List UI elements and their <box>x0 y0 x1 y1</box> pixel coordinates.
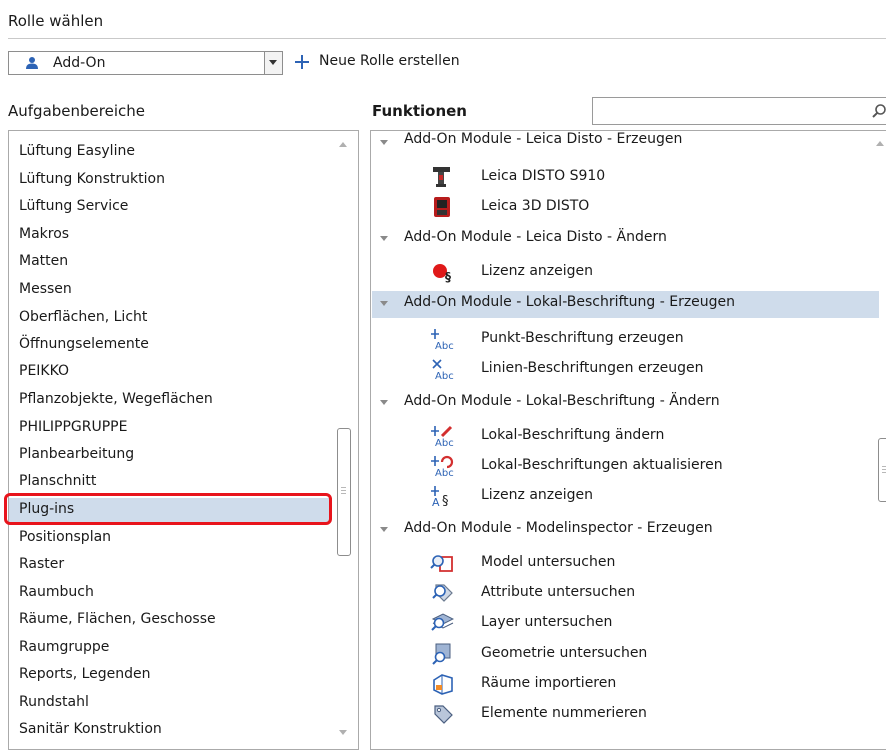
list-item[interactable]: Messen <box>19 276 72 303</box>
role-dropdown[interactable]: Add-On <box>8 51 283 75</box>
tree-item-label: Lokal-Beschriftungen aktualisieren <box>481 457 723 473</box>
svg-text:Abc: Abc <box>435 438 454 448</box>
chevron-down-icon <box>380 236 388 241</box>
tree-item-label: Punkt-Beschriftung erzeugen <box>481 330 684 346</box>
svg-text:Abc: Abc <box>435 341 454 351</box>
tree-scroll-up-icon[interactable] <box>876 141 884 146</box>
svg-text:Abc: Abc <box>435 371 454 381</box>
list-item[interactable]: PHILIPPGRUPPE <box>19 414 127 441</box>
list-item[interactable]: Oberflächen, Licht <box>19 304 147 331</box>
numbering-icon <box>434 705 453 724</box>
tasks-title: Aufgabenbereiche <box>8 102 145 120</box>
header-divider <box>8 38 886 39</box>
svg-text:Abc: Abc <box>435 468 454 478</box>
tasks-scrollbar-thumb[interactable] <box>337 428 351 556</box>
line-label-icon: Abc <box>432 359 454 381</box>
tree-item-label: Lizenz anzeigen <box>481 263 593 279</box>
tree-item-label: Elemente nummerieren <box>481 705 647 721</box>
chevron-down-icon <box>380 301 388 306</box>
list-item[interactable]: Matten <box>19 248 68 275</box>
list-item[interactable]: Raster <box>19 551 64 578</box>
tree-item-label: Leica 3D DISTO <box>481 198 590 214</box>
list-item[interactable]: Lüftung Konstruktion <box>19 166 165 193</box>
model-inspect-icon <box>430 555 453 572</box>
list-item[interactable]: Raumbuch <box>19 579 94 606</box>
scroll-up-icon[interactable] <box>339 142 347 147</box>
list-item[interactable]: Öffnungselemente <box>19 331 149 358</box>
tree-group-label: Add-On Module - Lokal-Beschriftung - Erz… <box>404 294 736 310</box>
geometry-inspect-icon <box>432 643 451 665</box>
plus-icon <box>295 55 309 69</box>
page-title: Rolle wählen <box>8 12 104 30</box>
tree-group-label: Add-On Module - Leica Disto - Ändern <box>404 229 667 245</box>
search-icon <box>872 104 886 118</box>
license-label-icon: A § <box>431 486 449 508</box>
point-label-icon: Abc <box>431 329 454 351</box>
chevron-down-icon <box>380 527 388 532</box>
role-dropdown-button[interactable] <box>264 52 282 74</box>
tree-item-label: Geometrie untersuchen <box>481 645 648 661</box>
tree-item-label: Layer untersuchen <box>481 614 613 630</box>
new-role-label: Neue Rolle erstellen <box>319 53 460 69</box>
tree-group[interactable]: Add-On Module - Leica Disto - Erzeugen <box>372 130 872 156</box>
list-item[interactable]: Planschnitt <box>19 468 96 495</box>
tree-group-selected[interactable]: Add-On Module - Lokal-Beschriftung - Erz… <box>372 291 879 318</box>
scroll-down-icon[interactable] <box>339 730 347 735</box>
label-refresh-icon: Abc <box>431 455 454 478</box>
tree-scrollbar-thumb[interactable] <box>878 438 886 502</box>
disto-s910-icon <box>433 167 450 187</box>
tree-group-label: Add-On Module - Modelinspector - Erzeuge… <box>404 520 713 536</box>
tree-item-label: Model untersuchen <box>481 554 616 570</box>
label-edit-icon: Abc <box>431 425 454 448</box>
list-item[interactable]: PEIKKO <box>19 358 69 385</box>
tree-item-label: Linien-Beschriftungen erzeugen <box>481 360 704 376</box>
tree-group-label: Add-On Module - Leica Disto - Erzeugen <box>404 131 683 147</box>
list-item[interactable]: Rundstahl <box>19 689 89 716</box>
tree-item-label: Räume importieren <box>481 675 617 691</box>
chevron-down-icon <box>380 140 388 145</box>
chevron-down-icon <box>380 400 388 405</box>
list-item[interactable]: Makros <box>19 221 69 248</box>
disto-3d-icon <box>434 197 450 217</box>
list-item[interactable]: Pflanzobjekte, Wegeflächen <box>19 386 213 413</box>
tree-item-label: Attribute untersuchen <box>481 584 636 600</box>
tree-item-label: Lizenz anzeigen <box>481 487 593 503</box>
tree-group[interactable]: Add-On Module - Lokal-Beschriftung - Änd… <box>372 390 872 416</box>
attribute-inspect-icon <box>432 584 453 602</box>
rooms-import-icon <box>433 674 453 695</box>
tree-group[interactable]: Add-On Module - Modelinspector - Erzeuge… <box>372 517 872 543</box>
list-item[interactable]: Sanitär Konstruktion <box>19 716 162 743</box>
layer-inspect-icon <box>431 613 454 631</box>
user-icon <box>26 57 38 69</box>
chevron-down-icon <box>269 60 277 65</box>
tree-group-label: Add-On Module - Lokal-Beschriftung - Änd… <box>404 393 720 409</box>
tree-item-label: Leica DISTO S910 <box>481 168 606 184</box>
list-item[interactable]: Planbearbeitung <box>19 441 134 468</box>
list-item[interactable]: Lüftung Easyline <box>19 138 135 165</box>
list-item[interactable]: Reports, Legenden <box>19 661 151 688</box>
list-item[interactable]: Lüftung Service <box>19 193 128 220</box>
role-value: Add-On <box>53 55 106 71</box>
functions-title: Funktionen <box>372 102 467 120</box>
list-item[interactable]: Positionsplan <box>19 524 111 551</box>
svg-text:§: § <box>445 270 451 284</box>
svg-text:A: A <box>432 496 440 508</box>
function-search-input[interactable] <box>592 97 886 125</box>
selection-highlight <box>4 493 332 525</box>
license-red-icon: § <box>433 264 451 284</box>
tree-group[interactable]: Add-On Module - Leica Disto - Ändern <box>372 226 872 252</box>
svg-text:§: § <box>442 494 449 508</box>
list-item[interactable]: Raumgruppe <box>19 634 109 661</box>
list-item[interactable]: Räume, Flächen, Geschosse <box>19 606 216 633</box>
tree-item-label: Lokal-Beschriftung ändern <box>481 427 665 443</box>
